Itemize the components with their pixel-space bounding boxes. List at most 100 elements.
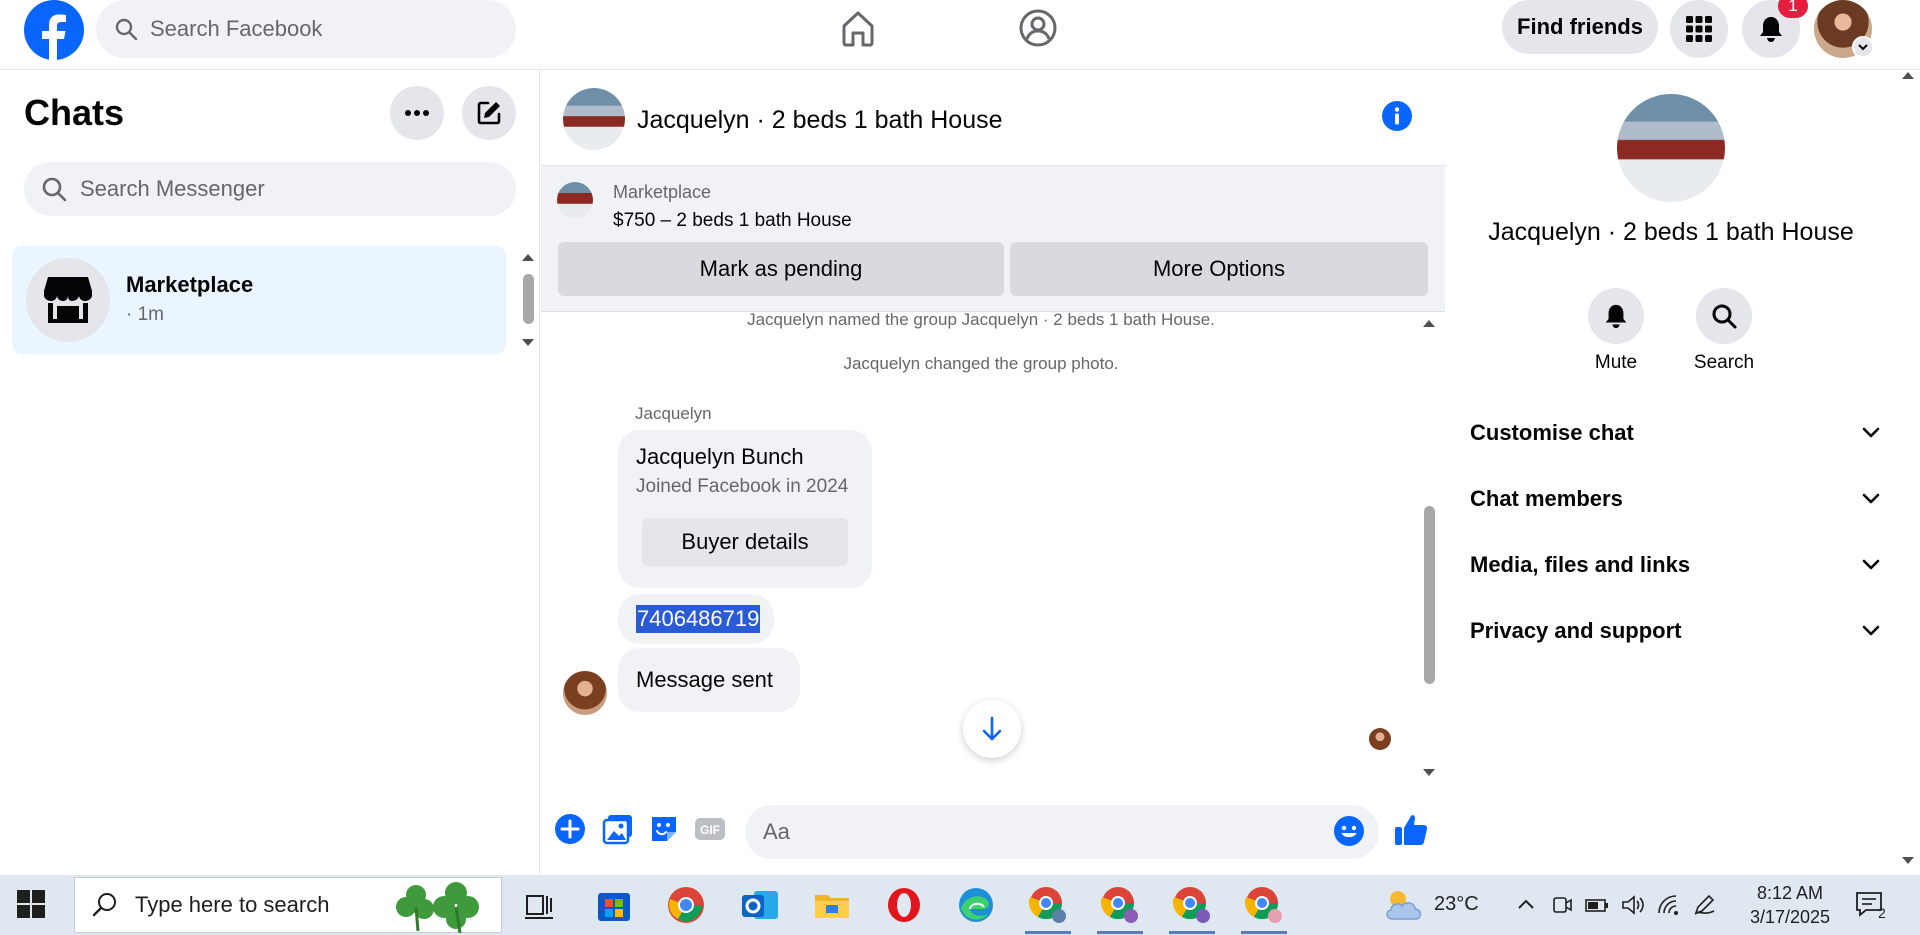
- info-icon[interactable]: [1381, 100, 1413, 132]
- conversation-header: Jacquelyn · 2 beds 1 bath House: [541, 70, 1445, 166]
- facebook-logo[interactable]: [24, 0, 84, 60]
- search-icon: [1710, 302, 1738, 330]
- chat-options-button[interactable]: [390, 86, 444, 140]
- buyer-card-message: Jacquelyn Bunch Joined Facebook in 2024 …: [618, 430, 872, 588]
- camera-icon[interactable]: [1550, 893, 1574, 917]
- task-view-icon[interactable]: [519, 885, 559, 925]
- section-label: Media, files and links: [1470, 552, 1691, 577]
- more-dots-icon: [404, 109, 430, 117]
- chrome-profile-icon[interactable]: [1172, 885, 1212, 925]
- home-icon[interactable]: [836, 6, 880, 50]
- messenger-search-placeholder: Search Messenger: [80, 176, 265, 201]
- new-message-button[interactable]: [462, 86, 516, 140]
- store-icon: [42, 275, 94, 325]
- mute-button[interactable]: [1588, 288, 1644, 344]
- buyer-joined-date: Joined Facebook in 2024: [636, 476, 849, 497]
- outlook-icon[interactable]: [740, 885, 780, 925]
- system-clock[interactable]: 8:12 AM 3/17/2025: [1740, 881, 1840, 929]
- compose-icon: [475, 99, 503, 127]
- conversation-scrollbar[interactable]: [1424, 506, 1435, 684]
- message-input[interactable]: Aa: [745, 805, 1379, 859]
- listing-thumbnail[interactable]: [557, 182, 593, 218]
- scroll-up-arrow[interactable]: [1421, 318, 1437, 328]
- svg-text:GIF: GIF: [700, 823, 720, 837]
- chevron-down-icon: [1862, 559, 1880, 571]
- weather-cloud-icon[interactable]: [1382, 885, 1426, 925]
- section-label: Customise chat: [1470, 420, 1634, 445]
- thumbs-up-icon[interactable]: [1393, 812, 1429, 848]
- conversation-avatar[interactable]: [563, 88, 625, 150]
- search-conversation-button[interactable]: [1696, 288, 1752, 344]
- scroll-down-arrow[interactable]: [1421, 768, 1437, 778]
- emoji-icon[interactable]: [1333, 815, 1365, 847]
- account-caret[interactable]: [1852, 36, 1874, 58]
- pen-icon[interactable]: [1692, 893, 1718, 917]
- battery-icon[interactable]: [1584, 893, 1610, 917]
- active-app-indicator: [1241, 931, 1287, 934]
- media-files-links-section[interactable]: Media, files and links: [1470, 540, 1880, 590]
- conversation-title[interactable]: Jacquelyn · 2 beds 1 bath House: [637, 106, 1003, 135]
- facebook-search-input[interactable]: Search Facebook: [96, 0, 516, 58]
- opera-icon[interactable]: [884, 885, 924, 925]
- privacy-support-section[interactable]: Privacy and support: [1470, 606, 1880, 656]
- conversation-photo[interactable]: [1617, 94, 1725, 202]
- wifi-icon[interactable]: [1656, 893, 1682, 917]
- chat-list-scrollbar[interactable]: [523, 274, 534, 324]
- chevron-down-icon: [1862, 625, 1880, 637]
- phone-number-text[interactable]: 7406486719: [636, 605, 761, 633]
- sticker-icon[interactable]: [647, 812, 681, 846]
- notification-count: 2: [1878, 905, 1886, 921]
- scroll-to-bottom-button[interactable]: [963, 700, 1021, 758]
- chevron-down-icon: [1862, 427, 1880, 439]
- chrome-profile-icon[interactable]: [1028, 885, 1068, 925]
- sender-avatar[interactable]: [563, 671, 607, 715]
- menu-button[interactable]: [1670, 0, 1728, 58]
- chevron-down-icon: [1857, 41, 1869, 53]
- mute-label: Mute: [1594, 352, 1638, 373]
- active-app-indicator: [1169, 931, 1215, 934]
- messenger-search-input[interactable]: Search Messenger: [24, 162, 516, 216]
- photo-gallery-icon[interactable]: [601, 812, 635, 846]
- system-message: Jacquelyn changed the group photo.: [843, 354, 1119, 373]
- listing-title[interactable]: $750 – 2 beds 1 bath House: [613, 210, 852, 232]
- taskbar-search-placeholder: Type here to search: [135, 892, 330, 917]
- chrome-profile-icon[interactable]: [1244, 885, 1284, 925]
- page-scroll-up-arrow[interactable]: [1900, 70, 1916, 80]
- customise-chat-section[interactable]: Customise chat: [1470, 408, 1880, 458]
- chat-avatar: [26, 258, 110, 342]
- top-navigation-bar: Search Facebook Find friends 1: [0, 0, 1920, 70]
- edge-icon[interactable]: [956, 885, 996, 925]
- weather-temperature[interactable]: 23°C: [1434, 893, 1479, 916]
- section-label: Chat members: [1470, 486, 1623, 511]
- buyer-details-button[interactable]: Buyer details: [642, 518, 848, 566]
- search-icon: [40, 175, 68, 203]
- facebook-search-placeholder: Search Facebook: [150, 16, 323, 41]
- chevron-up-icon[interactable]: [1514, 893, 1538, 917]
- windows-start-icon[interactable]: [16, 889, 46, 919]
- search-icon: [91, 891, 119, 919]
- chrome-icon[interactable]: [666, 885, 706, 925]
- mark-as-pending-button[interactable]: Mark as pending: [558, 242, 1004, 296]
- system-message: Jacquelyn named the group Jacquelyn · 2 …: [747, 310, 1215, 329]
- chat-list-item[interactable]: Marketplace · 1m: [12, 246, 506, 354]
- gif-icon[interactable]: GIF: [693, 812, 727, 846]
- speaker-icon[interactable]: [1620, 893, 1646, 917]
- page-scroll-down-arrow[interactable]: [1900, 856, 1916, 866]
- file-explorer-icon[interactable]: [812, 885, 852, 925]
- message-bubble[interactable]: Message sent: [618, 648, 800, 712]
- plus-circle-icon[interactable]: [553, 812, 587, 846]
- chrome-profile-icon[interactable]: [1100, 885, 1140, 925]
- scroll-down-arrow[interactable]: [520, 338, 536, 348]
- active-app-indicator: [1097, 931, 1143, 934]
- bell-icon: [1757, 15, 1785, 43]
- search-icon: [114, 17, 138, 41]
- find-friends-button[interactable]: Find friends: [1502, 0, 1658, 54]
- windows-taskbar: Type here to search 23°C 8:12 AM 3/17/20…: [0, 875, 1920, 935]
- scroll-up-arrow[interactable]: [520, 252, 536, 262]
- chat-members-section[interactable]: Chat members: [1470, 474, 1880, 524]
- groups-icon[interactable]: [1016, 6, 1060, 50]
- chat-name: Marketplace: [126, 272, 254, 297]
- more-options-button[interactable]: More Options: [1010, 242, 1428, 296]
- microsoft-store-icon[interactable]: [594, 885, 634, 925]
- message-bubble[interactable]: 7406486719: [618, 594, 774, 644]
